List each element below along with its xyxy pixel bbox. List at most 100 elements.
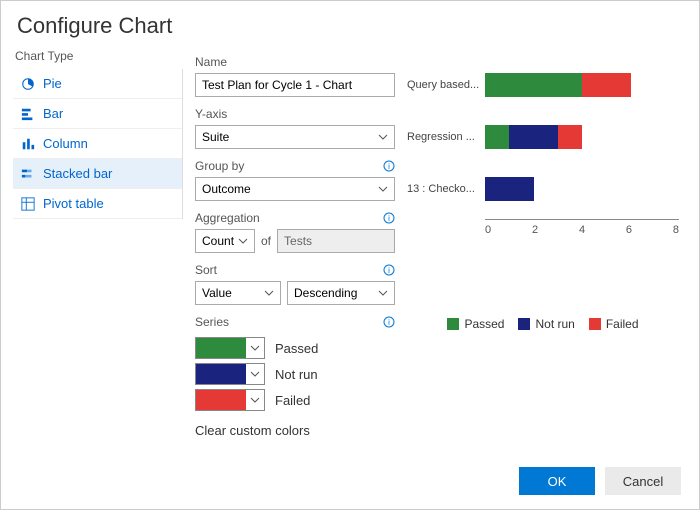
legend-swatch <box>447 318 459 330</box>
chart-type-label: Chart Type <box>13 49 183 63</box>
aggregation-target-value: Tests <box>284 234 312 248</box>
chevron-down-icon <box>246 338 264 358</box>
sort-label: Sort <box>195 263 217 277</box>
chart-bar-row: Query based... <box>407 59 679 111</box>
chart-type-list: Pie Bar Column Stacked bar <box>13 69 183 219</box>
chart-type-label-text: Column <box>43 136 88 151</box>
axis-tick: 6 <box>626 224 632 236</box>
legend-label: Passed <box>464 317 504 331</box>
clear-custom-colors-link[interactable]: Clear custom colors <box>195 423 395 438</box>
color-swatch <box>196 364 246 384</box>
pie-icon <box>21 77 35 91</box>
chevron-down-icon <box>378 184 388 194</box>
bar-segment <box>485 177 534 201</box>
chart-type-label-text: Pivot table <box>43 196 104 211</box>
series-color-picker[interactable] <box>195 337 265 359</box>
groupby-value: Outcome <box>202 182 251 196</box>
chart-type-pivot-table[interactable]: Pivot table <box>13 189 182 219</box>
bar-segment <box>485 125 509 149</box>
chevron-down-icon <box>238 236 248 246</box>
bar-icon <box>21 107 35 121</box>
legend-label: Failed <box>606 317 639 331</box>
svg-text:i: i <box>388 214 390 223</box>
aggregation-select[interactable]: Count <box>195 229 255 253</box>
series-label: Series <box>195 315 229 329</box>
series-row: Passed <box>195 337 395 359</box>
axis-tick: 8 <box>673 224 679 236</box>
chart-type-label-text: Stacked bar <box>43 166 112 181</box>
axis-tick: 4 <box>579 224 585 236</box>
chart-type-stacked-bar[interactable]: Stacked bar <box>13 159 182 189</box>
bar-segment <box>558 125 582 149</box>
chevron-down-icon <box>378 132 388 142</box>
legend-item: Passed <box>447 317 504 331</box>
svg-text:i: i <box>388 162 390 171</box>
dialog-title: Configure Chart <box>1 1 699 49</box>
category-label: Query based... <box>407 79 485 91</box>
aggregation-value: Count <box>202 234 234 248</box>
chart-bar-row: 13 : Checko... <box>407 163 679 215</box>
name-label: Name <box>195 55 395 69</box>
chevron-down-icon <box>246 390 264 410</box>
chevron-down-icon <box>264 288 274 298</box>
svg-text:i: i <box>388 318 390 327</box>
config-form: Name Y-axis Suite Group by i Outcome Agg… <box>195 49 395 438</box>
name-input[interactable] <box>195 73 395 97</box>
color-swatch <box>196 338 246 358</box>
series-color-picker[interactable] <box>195 363 265 385</box>
sort-direction-value: Descending <box>294 286 357 300</box>
chart-type-label-text: Pie <box>43 76 62 91</box>
bar-segment <box>485 73 582 97</box>
info-icon[interactable]: i <box>383 160 395 172</box>
column-icon <box>21 137 35 151</box>
sort-column-select[interactable]: Value <box>195 281 281 305</box>
chart-preview: Query based... Regression ... 13 : Checko.… <box>407 49 687 438</box>
stacked-bar-icon <box>21 167 35 181</box>
sort-column-value: Value <box>202 286 232 300</box>
pivot-table-icon <box>21 197 35 211</box>
chart-type-panel: Chart Type Pie Bar Column <box>13 49 183 438</box>
chevron-down-icon <box>378 288 388 298</box>
chart-legend: Passed Not run Failed <box>407 317 679 331</box>
cancel-button[interactable]: Cancel <box>605 467 681 495</box>
series-row: Failed <box>195 389 395 411</box>
chart-type-pie[interactable]: Pie <box>13 69 182 99</box>
yaxis-value: Suite <box>202 130 229 144</box>
sort-direction-select[interactable]: Descending <box>287 281 395 305</box>
aggregation-label: Aggregation <box>195 211 260 225</box>
chart-bar-row: Regression ... <box>407 111 679 163</box>
info-icon[interactable]: i <box>383 212 395 224</box>
chart-type-column[interactable]: Column <box>13 129 182 159</box>
yaxis-select[interactable]: Suite <box>195 125 395 149</box>
x-axis: 0 2 4 6 8 <box>485 219 679 279</box>
legend-label: Not run <box>535 317 574 331</box>
chart-type-bar[interactable]: Bar <box>13 99 182 129</box>
series-color-picker[interactable] <box>195 389 265 411</box>
of-label: of <box>261 234 271 248</box>
groupby-label: Group by <box>195 159 244 173</box>
legend-swatch <box>518 318 530 330</box>
yaxis-label: Y-axis <box>195 107 395 121</box>
series-name: Not run <box>275 367 318 382</box>
info-icon[interactable]: i <box>383 316 395 328</box>
series-name: Failed <box>275 393 310 408</box>
axis-tick: 2 <box>532 224 538 236</box>
series-row: Not run <box>195 363 395 385</box>
bar-segment <box>509 125 558 149</box>
axis-tick: 0 <box>485 224 491 236</box>
svg-text:i: i <box>388 266 390 275</box>
legend-item: Not run <box>518 317 574 331</box>
chart-type-label-text: Bar <box>43 106 63 121</box>
aggregation-target: Tests <box>277 229 395 253</box>
bar-segment <box>582 73 631 97</box>
legend-swatch <box>589 318 601 330</box>
category-label: Regression ... <box>407 131 485 143</box>
series-name: Passed <box>275 341 318 356</box>
info-icon[interactable]: i <box>383 264 395 276</box>
category-label: 13 : Checko... <box>407 183 485 195</box>
chevron-down-icon <box>246 364 264 384</box>
color-swatch <box>196 390 246 410</box>
groupby-select[interactable]: Outcome <box>195 177 395 201</box>
legend-item: Failed <box>589 317 639 331</box>
ok-button[interactable]: OK <box>519 467 595 495</box>
